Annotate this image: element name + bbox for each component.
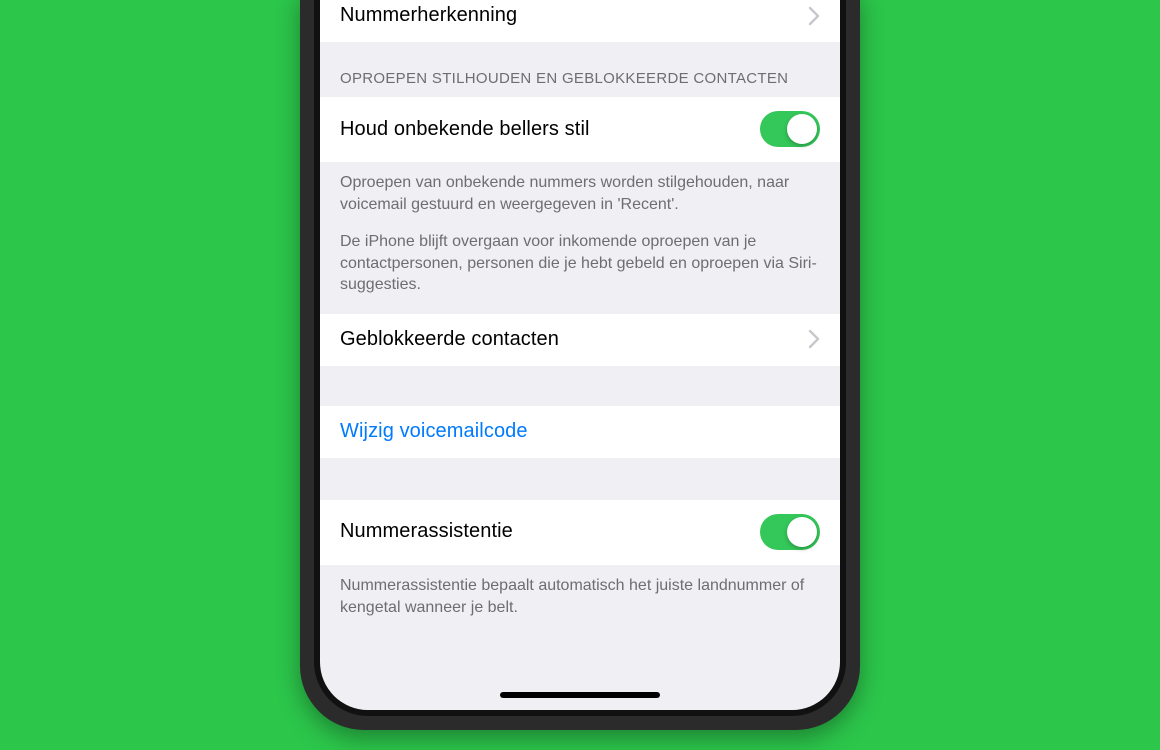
toggle-number-assistance[interactable]: [760, 514, 820, 550]
toggle-knob: [787, 517, 817, 547]
row-number-identification[interactable]: Nummerherkenning: [320, 0, 840, 42]
row-blocked-contacts[interactable]: Geblokkeerde contacten: [320, 314, 840, 366]
phone-bezel: Nummerherkenning OPROEPEN STILHOUDEN EN …: [314, 0, 846, 716]
footer-text-2: De iPhone blijft overgaan voor inkomende…: [340, 231, 820, 296]
row-number-assistance[interactable]: Nummerassistentie: [320, 500, 840, 565]
label-number-assistance: Nummerassistentie: [340, 520, 513, 543]
phone-screen: Nummerherkenning OPROEPEN STILHOUDEN EN …: [320, 0, 840, 710]
chevron-right-icon: [808, 329, 820, 349]
row-silence-unknown-callers[interactable]: Houd onbekende bellers stil: [320, 97, 840, 162]
label-silence-unknown-callers: Houd onbekende bellers stil: [340, 118, 590, 141]
toggle-knob: [787, 114, 817, 144]
settings-list: Nummerherkenning OPROEPEN STILHOUDEN EN …: [320, 0, 840, 636]
home-indicator[interactable]: [500, 692, 660, 698]
footer-text-assistance: Nummerassistentie bepaalt automatisch he…: [340, 575, 820, 618]
label-blocked-contacts: Geblokkeerde contacten: [340, 328, 559, 351]
chevron-right-icon: [808, 6, 820, 26]
label-change-voicemail-code: Wijzig voicemailcode: [340, 420, 528, 443]
section-footer-silence: Oproepen van onbekende nummers worden st…: [320, 162, 840, 314]
footer-text-1: Oproepen van onbekende nummers worden st…: [340, 172, 820, 215]
section-header-silence: OPROEPEN STILHOUDEN EN GEBLOKKEERDE CONT…: [320, 42, 840, 97]
section-spacer: [320, 458, 840, 500]
section-footer-assistance: Nummerassistentie bepaalt automatisch he…: [320, 565, 840, 636]
toggle-silence-unknown-callers[interactable]: [760, 111, 820, 147]
row-change-voicemail-code[interactable]: Wijzig voicemailcode: [320, 406, 840, 458]
section-spacer: [320, 366, 840, 406]
phone-frame: Nummerherkenning OPROEPEN STILHOUDEN EN …: [300, 0, 860, 730]
label-number-identification: Nummerherkenning: [340, 4, 517, 27]
